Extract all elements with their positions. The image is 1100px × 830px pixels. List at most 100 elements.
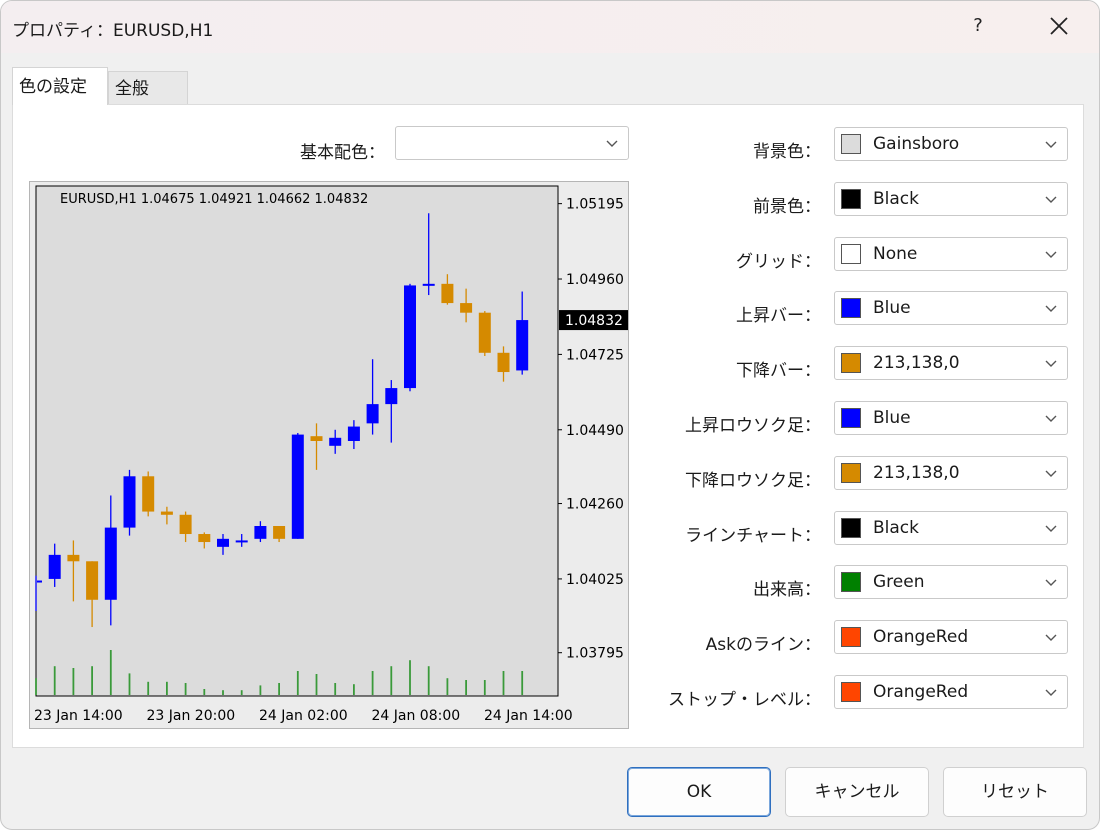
candle-body	[329, 437, 342, 446]
properties-dialog: プロパティ：EURUSD,H1 ? 色の設定 全般 基本配色： EURUSD,H…	[0, 0, 1100, 830]
color-swatch	[841, 298, 861, 318]
color-value: None	[873, 244, 918, 264]
price-tick-label: 1.04960	[566, 272, 624, 288]
candle-body	[179, 514, 192, 535]
help-button[interactable]: ?	[967, 13, 989, 39]
chart-preview: EURUSD,H1 1.04675 1.04921 1.04662 1.0483…	[29, 181, 629, 729]
price-tick-label: 1.04260	[566, 497, 624, 513]
chevron-down-icon	[1045, 634, 1057, 641]
color-select[interactable]: None	[834, 237, 1068, 271]
color-select[interactable]: 213,138,0	[834, 346, 1068, 380]
color-swatch	[841, 463, 861, 483]
chevron-down-icon	[1045, 360, 1057, 367]
candle-body	[516, 320, 529, 371]
candle-body	[217, 538, 229, 547]
setting-label: グリッド：	[736, 252, 821, 272]
color-value: 213,138,0	[873, 463, 960, 483]
chevron-down-icon	[1045, 141, 1057, 148]
time-label: 23 Jan 20:00	[147, 708, 236, 724]
color-value: Gainsboro	[873, 134, 960, 154]
chart-title: EURUSD,H1 1.04675 1.04921 1.04662 1.0483…	[60, 192, 368, 207]
color-select[interactable]: 213,138,0	[834, 456, 1068, 490]
candle-body	[198, 534, 211, 543]
price-tick-label: 1.03795	[566, 646, 624, 662]
candle-body	[347, 426, 360, 441]
candle-body	[441, 283, 454, 304]
chevron-down-icon	[1045, 415, 1057, 422]
color-value: Black	[873, 518, 919, 538]
candle-body	[460, 303, 473, 313]
color-select[interactable]: Green	[834, 565, 1068, 599]
setting-label: Askのライン：	[705, 635, 821, 655]
color-value: 213,138,0	[873, 353, 960, 373]
chevron-down-icon	[1045, 470, 1057, 477]
color-value: Green	[873, 572, 925, 592]
candle-body	[86, 561, 99, 600]
tab-colors[interactable]: 色の設定	[12, 67, 108, 105]
setting-label: 上昇ロウソク足：	[685, 416, 821, 436]
color-value: Black	[873, 189, 919, 209]
setting-label: 前景色：	[753, 197, 821, 217]
candle-body	[104, 527, 117, 600]
color-value: Blue	[873, 298, 911, 318]
price-tick-label: 1.05195	[566, 197, 624, 213]
time-label: 24 Jan 14:00	[484, 708, 573, 724]
chevron-down-icon	[1045, 251, 1057, 258]
candle-body	[310, 436, 323, 441]
candle-body	[422, 283, 435, 286]
setting-label: 下降バー：	[736, 361, 821, 381]
color-swatch	[841, 189, 861, 209]
close-icon	[1050, 17, 1068, 35]
candle-body	[142, 476, 155, 512]
setting-label: ストップ・レベル：	[668, 690, 821, 710]
color-select[interactable]: Black	[834, 182, 1068, 216]
candle-body	[385, 388, 398, 405]
candle-body	[123, 476, 136, 528]
candle-body	[37, 580, 42, 583]
reset-button[interactable]: リセット	[943, 767, 1087, 817]
time-label: 23 Jan 14:00	[34, 708, 123, 724]
chevron-down-icon	[1045, 305, 1057, 312]
color-swatch	[841, 353, 861, 373]
chart-svg: EURUSD,H1 1.04675 1.04921 1.04662 1.0483…	[34, 185, 629, 724]
color-swatch	[841, 134, 861, 154]
color-swatch	[841, 627, 861, 647]
chevron-down-icon	[1045, 579, 1057, 586]
candle-body	[48, 554, 61, 579]
color-select[interactable]: OrangeRed	[834, 675, 1068, 709]
candle-body	[291, 434, 304, 539]
price-tick-label: 1.04025	[566, 572, 624, 588]
color-swatch	[841, 682, 861, 702]
color-scheme-select[interactable]	[395, 126, 629, 160]
color-swatch	[841, 518, 861, 538]
ok-button[interactable]: OK	[627, 767, 771, 817]
tab-common[interactable]: 全般	[108, 71, 188, 105]
time-label: 24 Jan 08:00	[372, 708, 461, 724]
color-value: OrangeRed	[873, 627, 969, 647]
color-select[interactable]: OrangeRed	[834, 620, 1068, 654]
close-button[interactable]	[1045, 11, 1073, 41]
candle-body	[404, 285, 416, 389]
color-select[interactable]: Gainsboro	[834, 127, 1068, 161]
color-swatch	[841, 572, 861, 592]
price-tick-label: 1.04490	[566, 423, 624, 439]
chevron-down-icon	[1045, 689, 1057, 696]
color-select[interactable]: Blue	[834, 291, 1068, 325]
time-label: 24 Jan 02:00	[259, 708, 348, 724]
candle-body	[497, 352, 510, 373]
cancel-button[interactable]: キャンセル	[785, 767, 929, 817]
candle-body	[273, 526, 286, 539]
color-value: Blue	[873, 408, 911, 428]
color-select[interactable]: Blue	[834, 401, 1068, 435]
color-select[interactable]: Black	[834, 511, 1068, 545]
title-bar: プロパティ：EURUSD,H1 ?	[1, 1, 1099, 53]
window-title: プロパティ：EURUSD,H1	[12, 21, 214, 41]
current-price-label: 1.04832	[565, 313, 623, 329]
price-tick-label: 1.04725	[566, 347, 624, 363]
candle-body	[478, 312, 491, 353]
candle-body	[235, 540, 248, 543]
setting-label: 出来高：	[753, 580, 821, 600]
candle-body	[366, 404, 379, 424]
candle-body	[160, 511, 173, 515]
chevron-down-icon	[1045, 196, 1057, 203]
